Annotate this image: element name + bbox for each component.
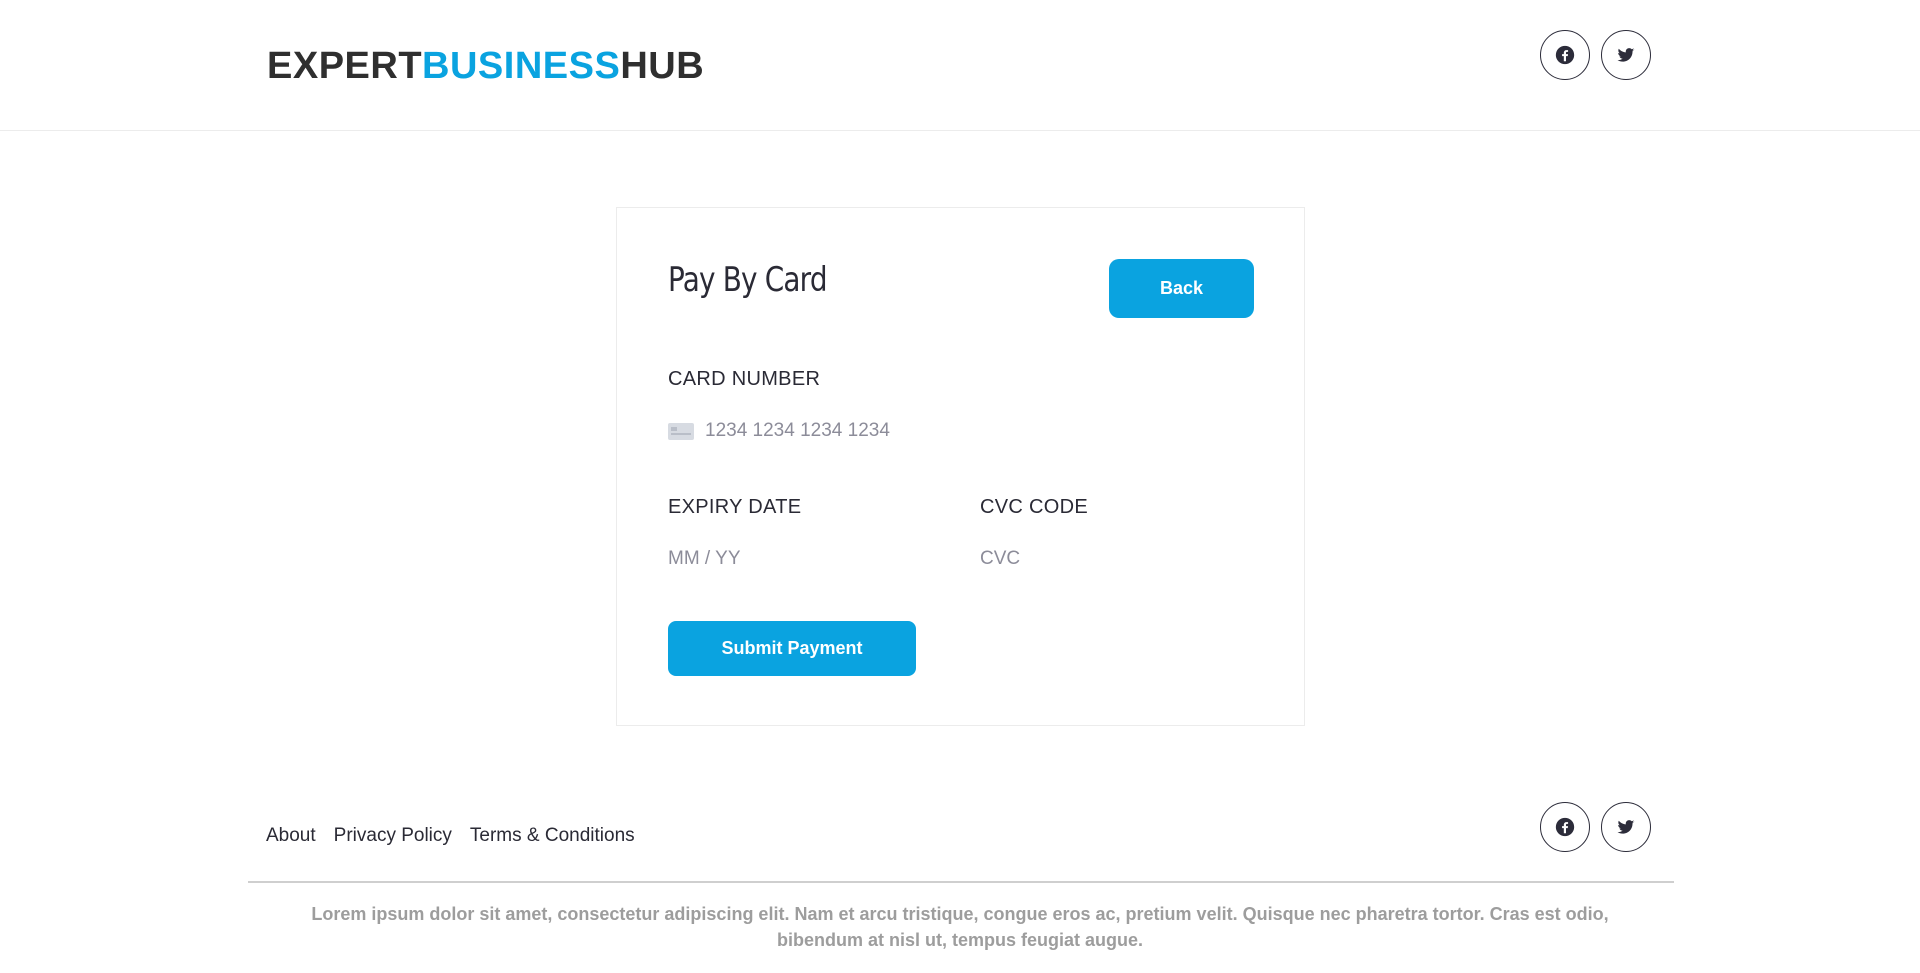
header-social-links <box>1540 30 1651 80</box>
footer-nav: About Privacy Policy Terms & Conditions <box>266 825 635 847</box>
payment-card: Pay By Card Back CARD NUMBER EXPIRY DATE… <box>616 207 1305 726</box>
footer-text: Lorem ipsum dolor sit amet, consectetur … <box>311 904 1609 950</box>
footer-link-privacy-policy[interactable]: Privacy Policy <box>334 825 452 847</box>
expiry-date-label: EXPIRY DATE <box>668 496 802 518</box>
footer-link-terms-conditions[interactable]: Terms & Conditions <box>470 825 635 847</box>
expiry-date-input[interactable] <box>668 544 928 574</box>
facebook-link[interactable] <box>1540 802 1590 852</box>
facebook-link[interactable] <box>1540 30 1590 80</box>
facebook-icon <box>1555 45 1575 65</box>
cvc-code-input[interactable] <box>980 544 1240 574</box>
footer-divider <box>248 881 1674 883</box>
logo-part-business: BUSINESS <box>422 45 621 87</box>
twitter-icon <box>1617 820 1635 834</box>
twitter-icon <box>1617 48 1635 62</box>
twitter-link[interactable] <box>1601 802 1651 852</box>
twitter-link[interactable] <box>1601 30 1651 80</box>
payment-title: Pay By Card <box>668 260 828 300</box>
site-header: EXPERTBUSINESSHUB <box>0 0 1920 131</box>
site-logo[interactable]: EXPERTBUSINESSHUB <box>267 44 704 88</box>
logo-part-hub: HUB <box>620 45 705 87</box>
back-button[interactable]: Back <box>1109 259 1254 318</box>
card-number-input[interactable] <box>705 416 985 446</box>
credit-card-icon <box>668 423 694 440</box>
footer-social-links <box>1540 802 1651 852</box>
facebook-icon <box>1555 817 1575 837</box>
footer-link-about[interactable]: About <box>266 825 316 847</box>
submit-payment-button[interactable]: Submit Payment <box>668 621 916 676</box>
card-number-label: CARD NUMBER <box>668 368 821 390</box>
logo-part-expert: EXPERT <box>267 45 423 87</box>
cvc-code-label: CVC CODE <box>980 496 1088 518</box>
